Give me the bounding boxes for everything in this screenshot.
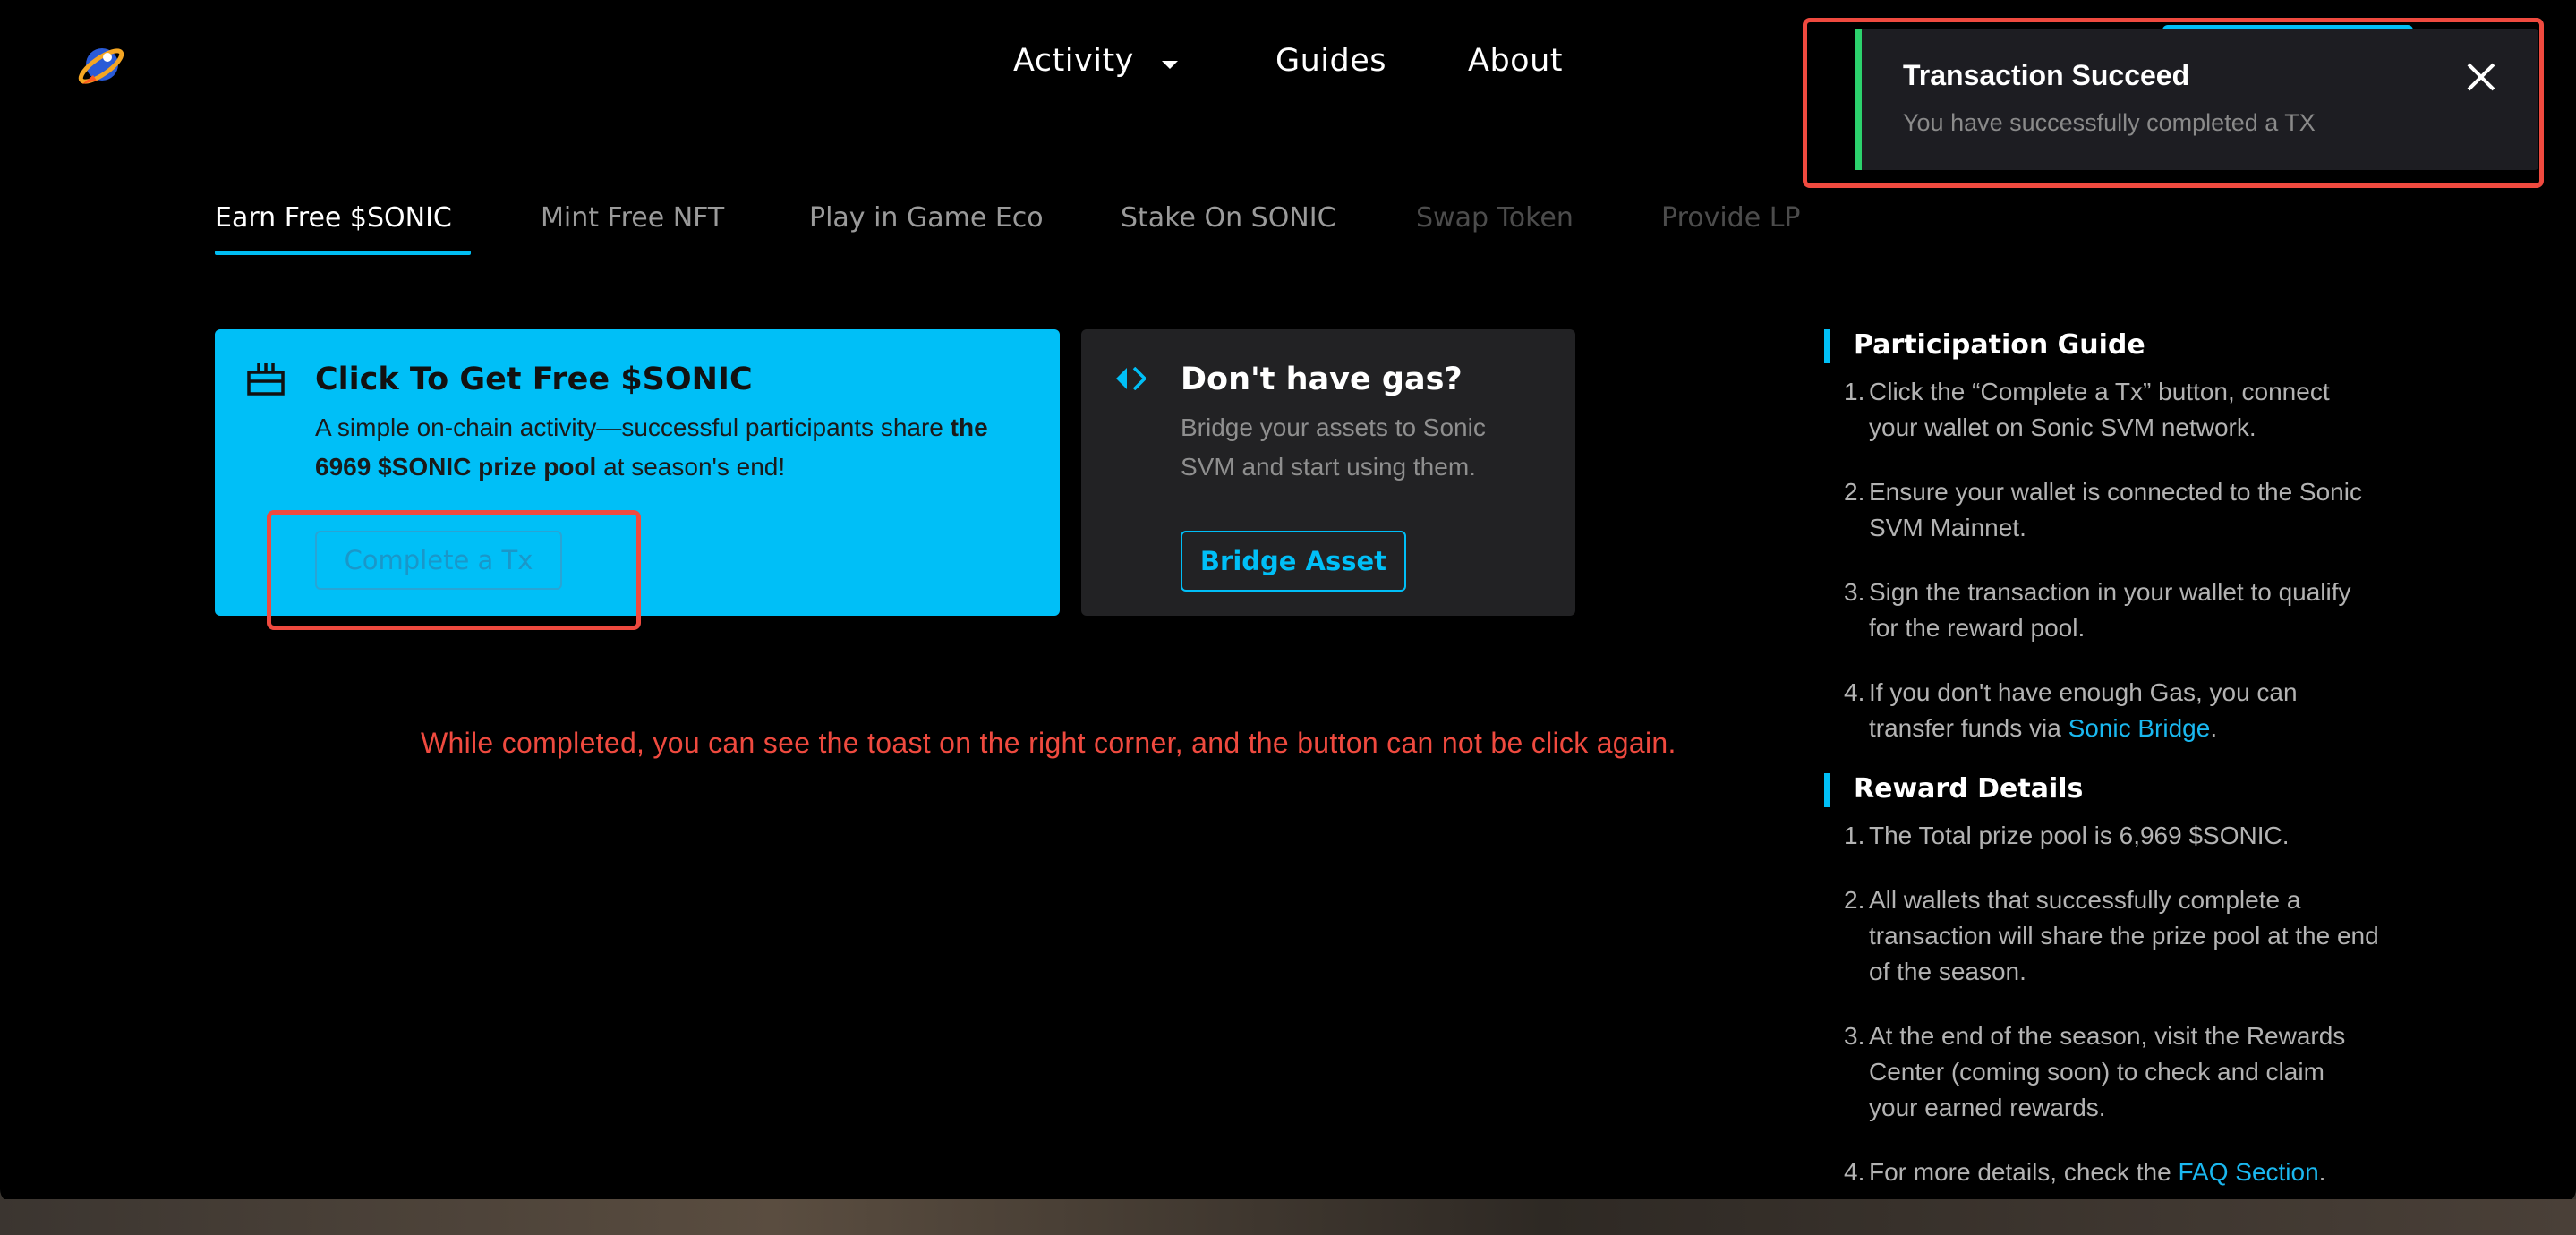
toast-title: Transaction Succeed	[1903, 59, 2190, 91]
list-item: 3. Sign the transaction in your wallet to…	[1844, 578, 2351, 642]
chevron-down-icon[interactable]	[1162, 61, 1178, 69]
reward-details-list: 1. The Total prize pool is 6,969 $SONIC. …	[1844, 818, 2379, 1190]
annotation-highlight-button	[267, 510, 641, 630]
toast-message: You have successfully completed a TX	[1903, 109, 2316, 136]
participation-guide-list: 1. Click the “Complete a Tx” button, conn…	[1844, 374, 2379, 746]
list-item: 2. Ensure your wallet is connected to the…	[1844, 478, 2362, 541]
tab-mint-free-nft[interactable]: Mint Free NFT	[541, 202, 724, 234]
gas-bridge-card: Don't have gas? Bridge your assets to So…	[1081, 329, 1575, 616]
participation-guide-heading: Participation Guide	[1824, 326, 2379, 365]
list-item: 1. Click the “Complete a Tx” button, conn…	[1844, 378, 2330, 441]
gift-icon	[247, 363, 285, 396]
nav-activity[interactable]: Activity	[1013, 43, 1134, 79]
sonic-bridge-link[interactable]: Sonic Bridge	[2068, 714, 2211, 742]
tab-swap-token: Swap Token	[1416, 202, 1574, 234]
list-item: 2. All wallets that successfully complete…	[1844, 886, 2379, 985]
list-item: 4. If you don't have enough Gas, you can …	[1844, 678, 2298, 742]
list-item: 1. The Total prize pool is 6,969 $SONIC.	[1844, 822, 2290, 849]
gas-card-title: Don't have gas?	[1181, 362, 1463, 397]
tab-earn-free-sonic[interactable]: Earn Free $SONIC	[215, 202, 452, 234]
gas-card-description: Bridge your assets to Sonic SVM and star…	[1181, 413, 1486, 481]
tab-provide-lp: Provide LP	[1661, 202, 1801, 234]
bridge-arrows-icon	[1116, 367, 1146, 390]
tab-play-in-game-eco[interactable]: Play in Game Eco	[809, 202, 1044, 234]
active-tab-indicator	[215, 251, 471, 255]
nav-about[interactable]: About	[1468, 43, 1563, 79]
annotation-note: While completed, you can see the toast o…	[421, 727, 1676, 759]
tab-stake-on-sonic[interactable]: Stake On SONIC	[1121, 202, 1336, 234]
success-toast: Transaction Succeed You have successfull…	[1855, 29, 2538, 170]
earn-card-description: A simple on-chain activity—successful pa…	[315, 413, 988, 481]
bridge-asset-button[interactable]: Bridge Asset	[1181, 531, 1406, 592]
desktop-background	[0, 1199, 2576, 1235]
list-item: 4. For more details, check the FAQ Sectio…	[1844, 1158, 2326, 1186]
list-item: 3. At the end of the season, visit the Re…	[1844, 1022, 2346, 1121]
nav-guides[interactable]: Guides	[1275, 43, 1386, 79]
faq-section-link[interactable]: FAQ Section	[2178, 1158, 2318, 1186]
toast-status-bar	[1855, 29, 1862, 170]
close-icon[interactable]	[2463, 59, 2499, 95]
app-window: Activity Guides About Earn Free $SONIC M…	[0, 0, 2576, 1204]
earn-card-title: Click To Get Free $SONIC	[315, 362, 753, 397]
reward-details-heading: Reward Details	[1824, 770, 2379, 809]
activity-tabs: Earn Free $SONIC Mint Free NFT Play in G…	[0, 202, 2576, 265]
info-sidebar: Participation Guide 1. Click the “Complet…	[1824, 326, 2379, 1204]
